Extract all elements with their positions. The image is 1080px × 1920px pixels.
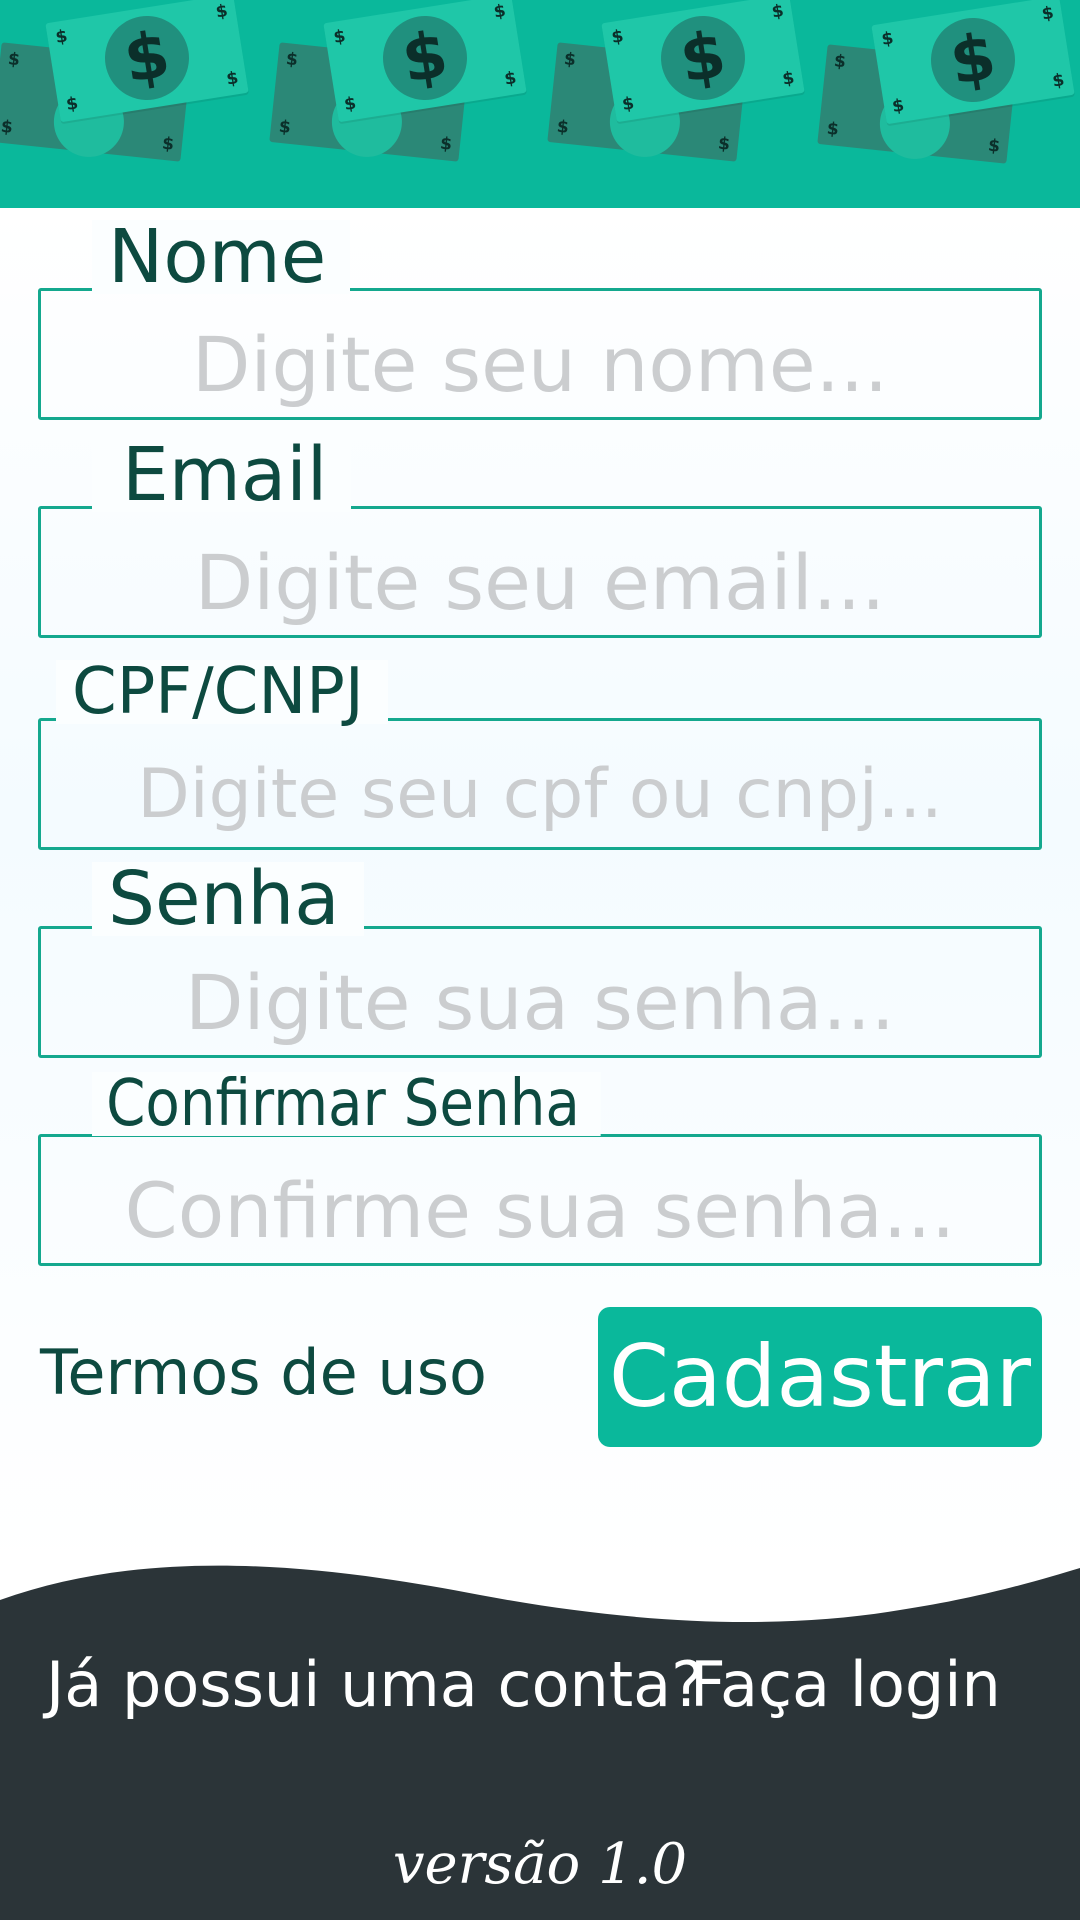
- email-input[interactable]: [38, 534, 1042, 630]
- bill-corner-symbol: $: [880, 28, 896, 50]
- account-prompt-text: Já possui uma conta?: [46, 1648, 705, 1721]
- bill-corner-symbol: $: [987, 135, 1002, 157]
- name-field: Nome: [38, 220, 1042, 420]
- dollar-icon: $: [924, 11, 1022, 109]
- bill-corner-symbol: $: [214, 0, 230, 23]
- register-button[interactable]: Cadastrar: [598, 1307, 1042, 1447]
- bill-corner-symbol: $: [620, 93, 636, 116]
- cpf-cnpj-label: CPF/CNPJ: [56, 660, 388, 724]
- bill-corner-symbol: $: [332, 26, 348, 48]
- money-bill-icon: $ $ $ $ $: [323, 0, 527, 123]
- money-bill-icon: $ $ $ $ $: [45, 0, 249, 123]
- terms-of-use-link[interactable]: Termos de uso: [40, 1336, 487, 1409]
- bill-corner-symbol: $: [610, 26, 626, 48]
- dollar-icon: $: [98, 9, 196, 107]
- bill-corner-symbol: $: [780, 68, 796, 90]
- bill-corner-symbol: $: [562, 49, 577, 71]
- bill-corner-symbol: $: [0, 116, 14, 138]
- cpf-cnpj-input[interactable]: [38, 746, 1042, 842]
- name-label: Nome: [92, 220, 351, 294]
- password-label: Senha: [92, 862, 364, 936]
- bill-corner-symbol: $: [890, 95, 906, 118]
- bill-corner-symbol: $: [6, 49, 21, 71]
- bill-corner-symbol: $: [502, 68, 518, 90]
- bill-corner-symbol: $: [825, 118, 840, 140]
- confirm-password-label: Confirmar Senha: [92, 1072, 602, 1136]
- dollar-icon: $: [654, 9, 752, 107]
- bill-corner-symbol: $: [492, 0, 508, 23]
- password-input[interactable]: [38, 954, 1042, 1050]
- bill-corner-symbol: $: [224, 68, 240, 90]
- money-bills-illustration: $ $ $ $ $ $ $ $: [269, 0, 544, 200]
- version-label: versão 1.0: [392, 1832, 688, 1897]
- email-field: Email: [38, 438, 1042, 638]
- login-link[interactable]: Faça login: [690, 1648, 1001, 1721]
- confirm-password-field: Confirmar Senha: [38, 1072, 1042, 1266]
- bill-corner-symbol: $: [54, 26, 70, 48]
- money-bills-illustration: $ $ $ $ $ $ $ $: [0, 0, 266, 200]
- bill-corner-symbol: $: [717, 133, 732, 155]
- bill-corner-symbol: $: [1040, 2, 1056, 25]
- bill-corner-symbol: $: [1050, 70, 1066, 92]
- password-field: Senha: [38, 862, 1042, 1058]
- bill-corner-symbol: $: [284, 49, 299, 71]
- money-bills-illustration: $ $ $ $ $ $ $ $: [817, 0, 1080, 202]
- money-bill-icon: $ $ $ $ $: [871, 0, 1075, 125]
- confirm-password-input[interactable]: [38, 1162, 1042, 1258]
- bill-corner-symbol: $: [439, 133, 454, 155]
- bill-corner-symbol: $: [64, 93, 80, 116]
- header-banner: $ $ $ $ $ $ $ $ $ $ $ $ $ $ $ $ $ $ $ $ …: [0, 0, 1080, 208]
- dollar-icon: $: [376, 9, 474, 107]
- bill-corner-symbol: $: [161, 133, 176, 155]
- money-bill-icon: $ $ $ $ $: [601, 0, 805, 123]
- money-bills-illustration: $ $ $ $ $ $ $ $: [547, 0, 822, 200]
- bill-corner-symbol: $: [832, 51, 847, 73]
- cpf-cnpj-field: CPF/CNPJ: [38, 660, 1042, 850]
- name-input[interactable]: [38, 316, 1042, 412]
- bill-corner-symbol: $: [555, 116, 570, 138]
- bill-corner-symbol: $: [277, 116, 292, 138]
- email-label: Email: [92, 438, 352, 512]
- bill-corner-symbol: $: [342, 93, 358, 116]
- bill-corner-symbol: $: [770, 0, 786, 23]
